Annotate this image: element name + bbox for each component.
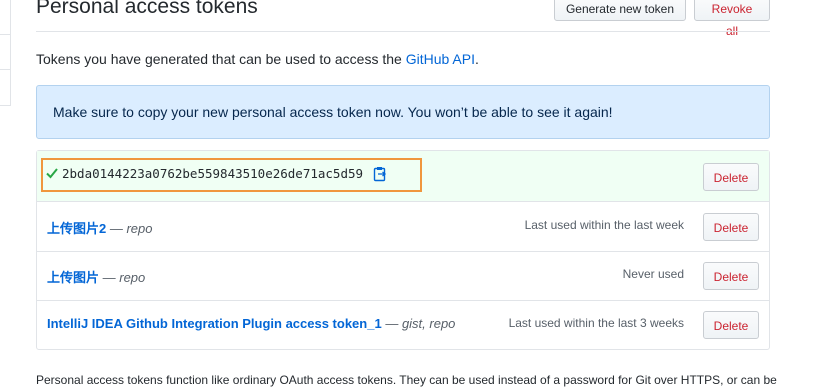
- header-divider: [36, 31, 770, 32]
- token-scope: repo: [119, 270, 146, 285]
- github-api-link[interactable]: GitHub API: [406, 51, 475, 67]
- token-last-used: Last used within the last 3 weeks: [508, 316, 684, 330]
- token-last-used: Last used within the last week: [524, 218, 684, 232]
- copy-token-notice: Make sure to copy your new personal acce…: [36, 85, 770, 139]
- intro-text: Tokens you have generated that can be us…: [36, 51, 479, 67]
- page-title: Personal access tokens: [36, 0, 258, 18]
- clipboard-icon[interactable]: [373, 166, 387, 182]
- delete-button[interactable]: Delete: [703, 262, 759, 290]
- sidebar-divider: [0, 105, 10, 106]
- token-separator: —: [99, 270, 120, 285]
- intro-suffix: .: [474, 51, 479, 67]
- new-token-row: 2bda0144223a0762be559843510e26de71ac5d59…: [37, 151, 769, 202]
- token-separator: —: [381, 316, 402, 331]
- token-separator: —: [106, 221, 127, 236]
- sidebar-stub: [0, 0, 11, 106]
- delete-button[interactable]: Delete: [703, 311, 759, 339]
- delete-button[interactable]: Delete: [703, 163, 759, 191]
- footer-description: Personal access tokens function like ord…: [36, 373, 777, 387]
- token-scope: gist, repo: [401, 316, 456, 331]
- token-list: 2bda0144223a0762be559843510e26de71ac5d59…: [36, 150, 770, 350]
- token-label: 上传图片 — repo: [47, 267, 145, 286]
- check-icon: [46, 168, 58, 179]
- token-name-link[interactable]: 上传图片: [47, 270, 99, 285]
- token-row: 上传图片2 — repo Last used within the last w…: [37, 201, 769, 252]
- new-token-value[interactable]: 2bda0144223a0762be559843510e26de71ac5d59: [62, 166, 363, 181]
- delete-button[interactable]: Delete: [703, 213, 759, 241]
- sidebar-divider: [0, 69, 10, 70]
- generate-new-token-button[interactable]: Generate new token: [554, 0, 686, 21]
- token-label: IntelliJ IDEA Github Integration Plugin …: [47, 316, 455, 331]
- token-row: IntelliJ IDEA Github Integration Plugin …: [37, 299, 769, 349]
- token-name-link[interactable]: IntelliJ IDEA Github Integration Plugin …: [47, 316, 382, 331]
- token-last-used: Never used: [622, 267, 684, 281]
- intro-label: Tokens you have generated that can be us…: [36, 51, 406, 67]
- token-row: 上传图片 — repo Never used Delete: [37, 250, 769, 301]
- sidebar-divider: [0, 34, 10, 35]
- token-name-link[interactable]: 上传图片2: [47, 221, 106, 236]
- revoke-all-button[interactable]: Revoke all: [694, 0, 770, 38]
- token-label: 上传图片2 — repo: [47, 218, 153, 237]
- token-scope: repo: [126, 221, 153, 236]
